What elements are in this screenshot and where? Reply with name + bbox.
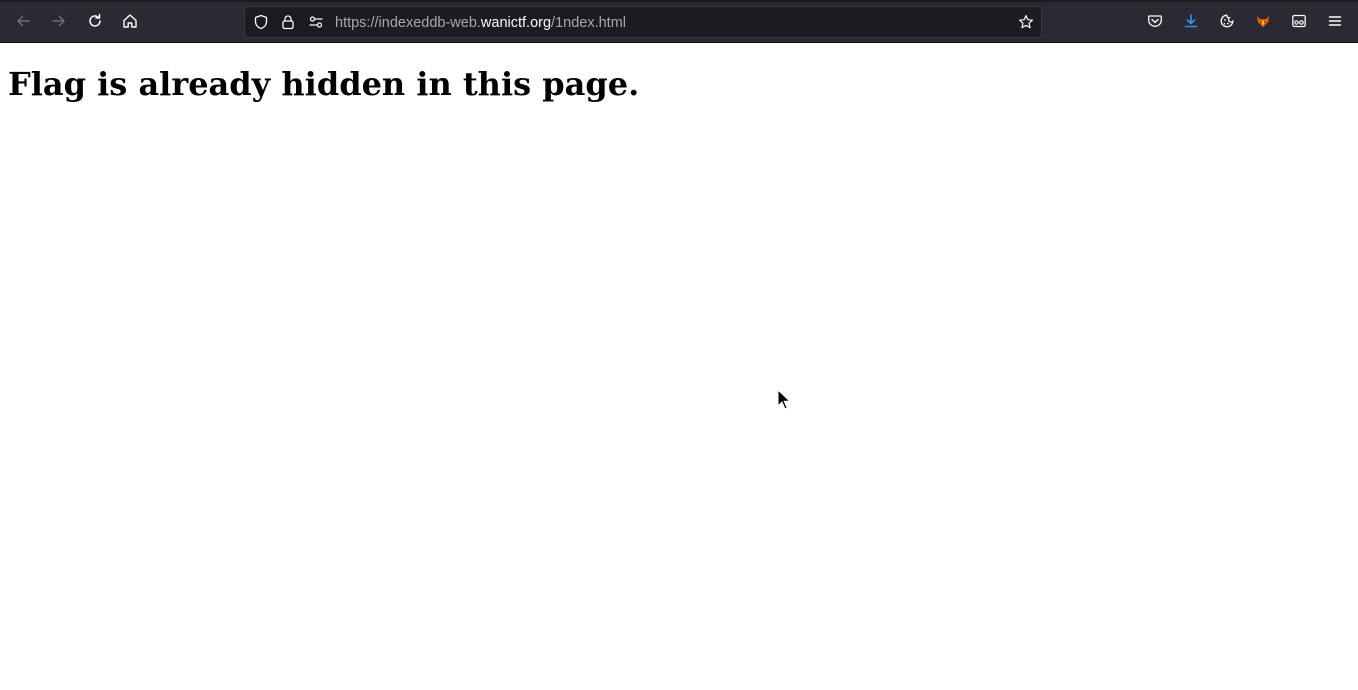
reload-button[interactable] — [80, 6, 110, 36]
reader-view-icon — [1292, 14, 1306, 28]
lock-icon[interactable] — [280, 14, 296, 30]
url-scheme: https:// — [335, 15, 379, 31]
pocket-button[interactable] — [1140, 6, 1170, 36]
reader-view-button[interactable] — [1284, 6, 1314, 36]
tab-strip-edge — [0, 0, 1358, 2]
fox-extension-button[interactable] — [1248, 6, 1278, 36]
arrow-left-icon — [17, 15, 30, 27]
reload-icon — [89, 13, 101, 27]
address-bar[interactable]: https://indexeddb-web.wanictf.org/1ndex.… — [244, 6, 1042, 38]
page-content: Flag is already hidden in this page. — [0, 44, 1358, 690]
back-button[interactable] — [8, 6, 38, 36]
home-icon — [123, 14, 137, 28]
page-heading: Flag is already hidden in this page. — [8, 65, 640, 103]
extension-fox-icon — [1257, 16, 1269, 28]
menu-icon — [1328, 16, 1342, 26]
downloads-icon — [1184, 14, 1198, 28]
pocket-icon — [1148, 15, 1162, 27]
arrow-right-icon — [52, 15, 65, 27]
permissions-icon[interactable] — [308, 14, 324, 30]
mouse-cursor-icon — [777, 389, 791, 410]
cookie-extension-button[interactable] — [1212, 6, 1242, 36]
home-button[interactable] — [115, 6, 145, 36]
browser-toolbar: https://indexeddb-web.wanictf.org/1ndex.… — [0, 0, 1358, 43]
forward-button[interactable] — [44, 6, 74, 36]
cookie-icon — [1220, 14, 1234, 28]
url-path: /1ndex.html — [551, 15, 627, 31]
downloads-button[interactable] — [1176, 6, 1206, 36]
url-subdomain: indexeddb-web. — [378, 15, 481, 31]
tracking-protection-shield-icon[interactable] — [253, 14, 269, 30]
bookmark-star-icon[interactable] — [1018, 14, 1034, 30]
url-host: wanictf.org — [480, 15, 552, 31]
app-menu-button[interactable] — [1320, 6, 1350, 36]
url-text[interactable]: https://indexeddb-web.wanictf.org/1ndex.… — [335, 14, 626, 32]
